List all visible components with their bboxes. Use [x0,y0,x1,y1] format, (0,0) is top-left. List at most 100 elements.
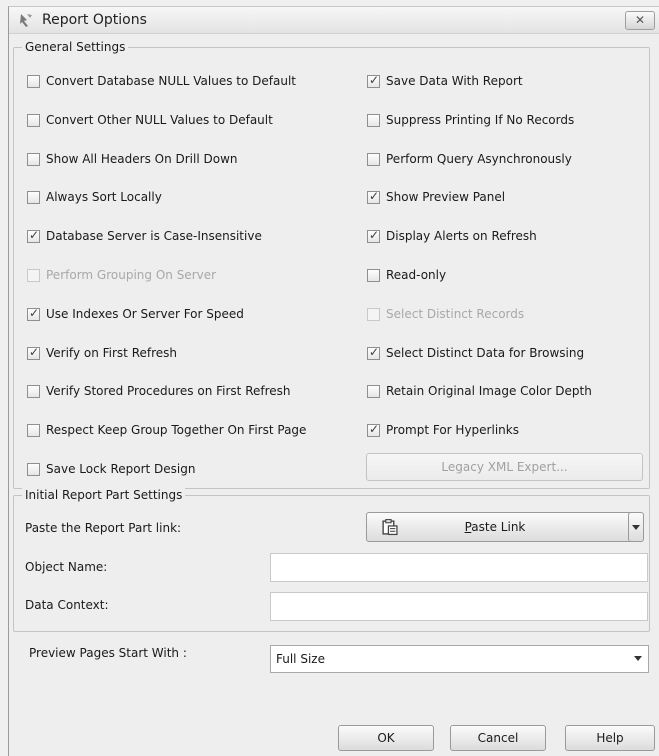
paste-link-text: Paste Link [367,520,623,534]
checkbox-database-server-is-case-insensitive[interactable]: ✓ Database Server is Case-Insensitive [27,227,262,245]
checkbox-checked-icon: ✓ [27,227,40,243]
checkbox-read-only[interactable]: Read-only [367,266,446,284]
checkbox-label: Save Data With Report [386,74,523,88]
checkbox-select-distinct-data-for-browsing[interactable]: ✓ Select Distinct Data for Browsing [367,344,584,362]
general-settings-legend: General Settings [22,40,129,54]
paste-link-dropdown[interactable] [628,512,644,542]
checkbox-save-data-with-report[interactable]: ✓ Save Data With Report [367,72,523,90]
checkbox-always-sort-locally[interactable]: Always Sort Locally [27,188,162,206]
close-button[interactable]: ✕ [625,11,655,30]
checkbox-label: Prompt For Hyperlinks [386,423,519,437]
checkbox-suppress-printing-if-no-records[interactable]: Suppress Printing If No Records [367,111,574,129]
checkbox-label: Convert Other NULL Values to Default [46,113,273,127]
checkbox-convert-database-null-values-to-default[interactable]: Convert Database NULL Values to Default [27,72,296,90]
checkbox-checked-icon: ✓ [367,188,380,204]
checkbox-label: Verify on First Refresh [46,346,178,360]
help-label: Help [596,731,624,745]
checkmark-icon: ✓ [369,421,380,436]
paste-link-label: Paste the Report Part link: [25,521,182,535]
title-bar[interactable]: Report Options ✕ [9,7,659,34]
checkbox-checked-icon: ✓ [367,344,380,360]
checkbox-use-indexes-or-server-for-speed[interactable]: ✓ Use Indexes Or Server For Speed [27,305,244,323]
checkbox-label: Select Distinct Records [386,307,525,321]
ok-button[interactable]: OK [338,725,434,751]
window-title: Report Options [42,12,147,28]
checkbox-label: Suppress Printing If No Records [386,113,575,127]
checkbox-convert-other-null-values-to-default[interactable]: Convert Other NULL Values to Default [27,111,273,129]
checkbox-unchecked-icon [27,113,40,127]
legacy-xml-expert-button[interactable]: Legacy XML Expert... [366,453,643,481]
checkbox-unchecked-icon [367,307,380,321]
checkbox-show-all-headers-on-drill-down[interactable]: Show All Headers On Drill Down [27,150,238,168]
checkbox-label: Read-only [386,268,447,282]
preview-pages-label: Preview Pages Start With : [29,646,187,660]
data-context-label: Data Context: [25,598,109,612]
checkbox-perform-query-asynchronously[interactable]: Perform Query Asynchronously [367,150,572,168]
checkmark-icon: ✓ [29,227,40,242]
cancel-label: Cancel [477,731,519,745]
report-options-dialog: Report Options ✕ General Settings Conver… [8,6,659,756]
cancel-button[interactable]: Cancel [450,725,546,751]
checkbox-label: Show All Headers On Drill Down [46,152,238,166]
checkbox-unchecked-icon [367,113,380,127]
checkbox-perform-grouping-on-server: Perform Grouping On Server [27,266,216,284]
legacy-xml-expert-label: Legacy XML Expert... [441,460,568,474]
checkbox-label: Select Distinct Data for Browsing [386,346,585,360]
checkbox-unchecked-icon [367,384,380,398]
checkmark-icon: ✓ [29,305,40,320]
checkmark-icon: ✓ [369,344,380,359]
checkmark-icon: ✓ [369,72,380,87]
checkbox-checked-icon: ✓ [27,344,40,360]
preview-pages-select[interactable]: Full Size [270,645,649,673]
report-options-app-icon [20,14,32,27]
paste-link-button[interactable]: Paste Link [366,512,638,542]
checkmark-icon: ✓ [369,188,380,203]
checkbox-prompt-for-hyperlinks[interactable]: ✓ Prompt For Hyperlinks [367,421,519,439]
checkbox-label: Perform Query Asynchronously [386,152,572,166]
checkbox-checked-icon: ✓ [367,421,380,437]
ok-label: OK [377,731,395,745]
checkbox-respect-keep-group-together-on-first-page[interactable]: Respect Keep Group Together On First Pag… [27,421,306,439]
checkbox-label: Use Indexes Or Server For Speed [46,307,244,321]
checkbox-unchecked-icon [27,423,40,437]
preview-pages-value: Full Size [276,652,325,666]
checkbox-save-lock-report-design[interactable]: Save Lock Report Design [27,460,195,478]
checkbox-label: Save Lock Report Design [46,462,196,476]
close-icon: ✕ [634,13,646,27]
checkbox-label: Verify Stored Procedures on First Refres… [46,384,291,398]
checkbox-unchecked-icon [367,152,380,166]
checkbox-show-preview-panel[interactable]: ✓ Show Preview Panel [367,188,505,206]
checkbox-verify-stored-procedures-on-first-refresh[interactable]: Verify Stored Procedures on First Refres… [27,382,291,400]
object-name-input[interactable] [270,553,648,582]
checkbox-label: Database Server is Case-Insensitive [46,229,262,243]
checkbox-label: Respect Keep Group Together On First Pag… [46,423,307,437]
checkmark-icon: ✓ [369,227,380,242]
chevron-down-icon [634,656,642,661]
checkbox-checked-icon: ✓ [27,305,40,321]
checkmark-icon: ✓ [29,344,40,359]
checkbox-checked-icon: ✓ [367,227,380,243]
checkbox-checked-icon: ✓ [367,72,380,88]
checkbox-retain-original-image-color-depth[interactable]: Retain Original Image Color Depth [367,382,592,400]
checkbox-label: Retain Original Image Color Depth [386,384,592,398]
paste-link-rest: aste Link [471,520,526,534]
checkbox-label: Always Sort Locally [46,190,162,204]
checkbox-unchecked-icon [27,268,40,282]
checkbox-unchecked-icon [27,74,40,88]
chevron-down-icon [632,525,640,530]
help-button[interactable]: Help [565,725,655,751]
checkbox-label: Convert Database NULL Values to Default [46,74,297,88]
checkbox-unchecked-icon [27,190,40,204]
checkbox-select-distinct-records: Select Distinct Records [367,305,524,323]
checkbox-display-alerts-on-refresh[interactable]: ✓ Display Alerts on Refresh [367,227,537,245]
checkbox-label: Display Alerts on Refresh [386,229,537,243]
checkbox-unchecked-icon [27,384,40,398]
data-context-input[interactable] [270,592,648,621]
checkbox-label: Show Preview Panel [386,190,506,204]
checkbox-unchecked-icon [27,462,40,476]
initial-report-part-legend: Initial Report Part Settings [22,488,186,502]
checkbox-label: Perform Grouping On Server [46,268,217,282]
object-name-label: Object Name: [25,560,108,574]
checkbox-unchecked-icon [367,268,380,282]
checkbox-verify-on-first-refresh[interactable]: ✓ Verify on First Refresh [27,344,177,362]
